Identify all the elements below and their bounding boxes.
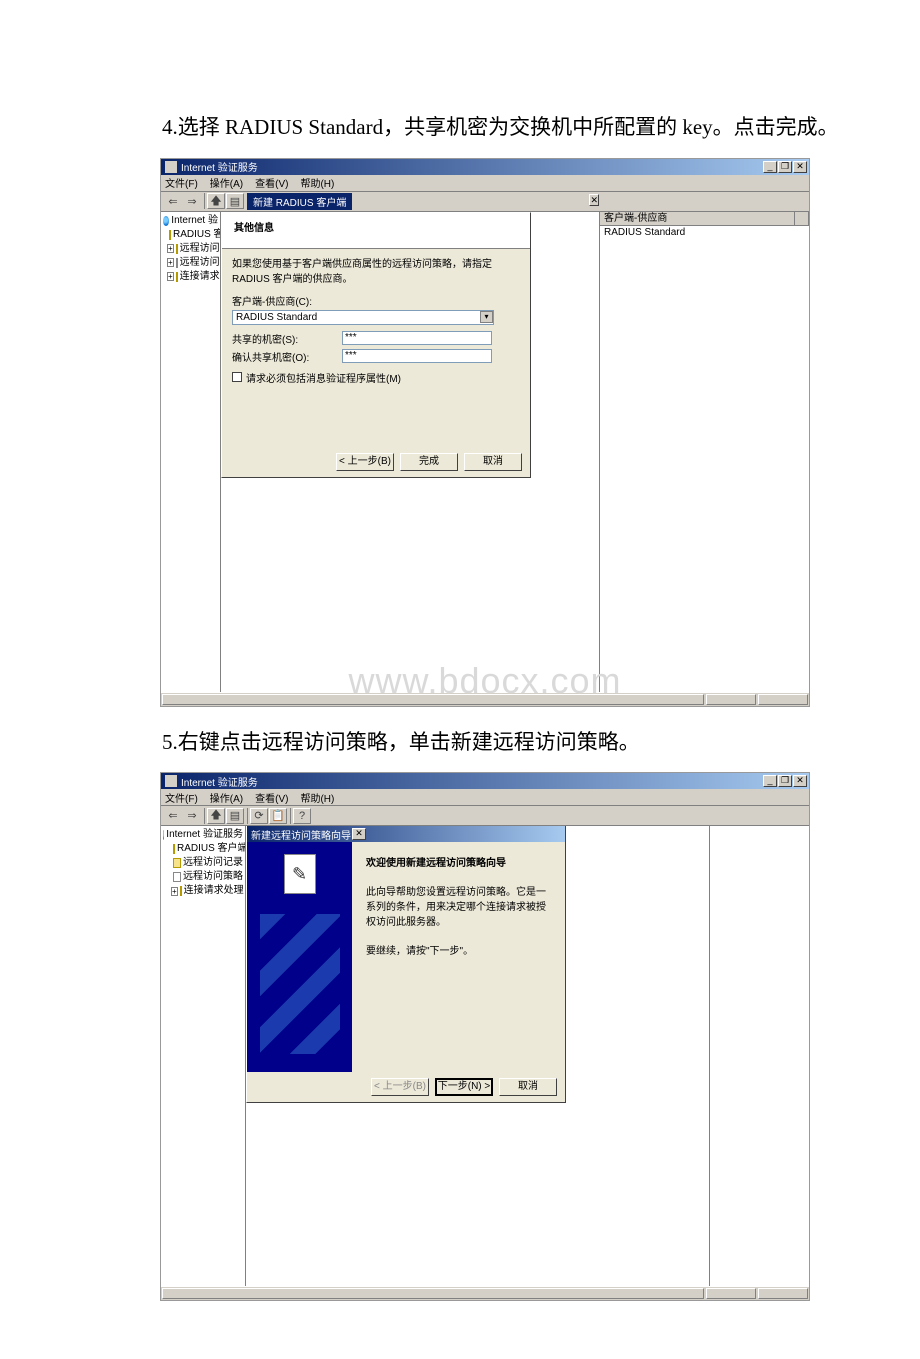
confirm-label: 确认共享机密(O): xyxy=(232,349,342,364)
app-title: Internet 验证服务 xyxy=(181,159,258,174)
chevron-down-icon[interactable]: ▾ xyxy=(480,311,493,323)
menu-action[interactable]: 操作(A) xyxy=(210,175,243,190)
tree-remote2[interactable]: +远程访问 xyxy=(163,256,218,270)
menubar: 文件(F) 操作(A) 查看(V) 帮助(H) xyxy=(161,175,809,192)
wizard-dialog-1: 其他信息 如果您使用基于客户端供应商属性的远程访问策略，请指定 RADIUS 客… xyxy=(221,212,531,478)
menu-action-2[interactable]: 操作(A) xyxy=(210,790,243,805)
content-area-2: 新建远程访问策略向导 ✕ ✎ 欢迎使用新建远程访问策略向导 此向导帮助您设置远程… xyxy=(246,826,709,1286)
tree2-conn[interactable]: +连接请求处理 xyxy=(163,884,243,898)
close-button[interactable]: ✕ xyxy=(793,161,807,173)
tree-radius[interactable]: RADIUS 客 xyxy=(163,228,218,242)
confirm-input[interactable]: *** xyxy=(342,349,492,363)
wizard2-close-button[interactable]: ✕ xyxy=(352,828,366,840)
tree2-policy[interactable]: 远程访问策略 xyxy=(163,870,243,884)
back-wizard-button[interactable]: < 上一步(B) xyxy=(336,453,394,471)
minimize-button-2[interactable]: _ xyxy=(763,775,777,787)
menu-help[interactable]: 帮助(H) xyxy=(300,175,334,190)
wizard2-cancel-button[interactable]: 取消 xyxy=(499,1078,557,1096)
menu-view-2[interactable]: 查看(V) xyxy=(255,790,288,805)
tree-remote1[interactable]: +远程访问 xyxy=(163,242,218,256)
tree-pane-2: Internet 验证服务 RADIUS 客户端 远程访问记录 远程访问策略 +… xyxy=(161,826,246,1286)
right-list-pane: 客户端-供应商 RADIUS Standard xyxy=(599,212,809,692)
app-icon xyxy=(165,161,177,173)
forward-button[interactable]: ⇒ xyxy=(183,193,201,209)
export-button[interactable]: 📋 xyxy=(269,808,287,824)
statusbar xyxy=(161,692,809,706)
app-titlebar: Internet 验证服务 _ ❐ ✕ xyxy=(161,159,809,175)
wizard-dialog-2: 新建远程访问策略向导 ✕ ✎ 欢迎使用新建远程访问策略向导 此向导帮助您设置远程… xyxy=(246,826,566,1103)
step-4-text: 4.选择 RADIUS Standard，共享机密为交换机中所配置的 key。点… xyxy=(120,110,840,146)
help-button[interactable]: ? xyxy=(293,808,311,824)
app-title-2: Internet 验证服务 xyxy=(181,774,258,789)
wizard2-welcome: 欢迎使用新建远程访问策略向导 xyxy=(366,854,551,869)
refresh-button[interactable]: ⟳ xyxy=(250,808,268,824)
tree-conn[interactable]: +连接请求 xyxy=(163,270,218,284)
back-button[interactable]: ⇐ xyxy=(164,193,182,209)
back-button-2[interactable]: ⇐ xyxy=(164,808,182,824)
secret-label: 共享的机密(S): xyxy=(232,331,342,346)
toolbar-2: ⇐ ⇒ 🡅 ▤ ⟳ 📋 ? xyxy=(161,806,809,826)
dialog-close-button[interactable]: ✕ xyxy=(589,194,599,206)
maximize-button[interactable]: ❐ xyxy=(778,161,792,173)
screenshot-1: Internet 验证服务 _ ❐ ✕ 文件(F) 操作(A) 查看(V) 帮助… xyxy=(160,158,810,707)
column-header-vendor[interactable]: 客户端-供应商 xyxy=(600,212,795,225)
wizard-desc: 如果您使用基于客户端供应商属性的远程访问策略，请指定 RADIUS 客户端的供应… xyxy=(232,255,520,285)
forward-button-2[interactable]: ⇒ xyxy=(183,808,201,824)
minimize-button[interactable]: _ xyxy=(763,161,777,173)
menu-help-2[interactable]: 帮助(H) xyxy=(300,790,334,805)
right-blank-pane xyxy=(709,826,809,1286)
wizard2-titlebar: 新建远程访问策略向导 ✕ xyxy=(247,826,565,842)
tree2-log[interactable]: 远程访问记录 xyxy=(163,856,243,870)
vendor-label: 客户端-供应商(C): xyxy=(232,293,520,308)
up-button-2[interactable]: 🡅 xyxy=(207,808,225,824)
list-button[interactable]: ▤ xyxy=(226,193,244,209)
close-button-2[interactable]: ✕ xyxy=(793,775,807,787)
menu-file[interactable]: 文件(F) xyxy=(165,175,198,190)
checkbox-label: 请求必须包括消息验证程序属性(M) xyxy=(246,370,401,385)
toolbar: ⇐ ⇒ 🡅 ▤ 新建 RADIUS 客户端 xyxy=(161,192,809,212)
wizard-title-inline: 新建 RADIUS 客户端 xyxy=(247,193,352,210)
wizard2-continue: 要继续，请按"下一步"。 xyxy=(366,942,551,957)
app-icon-2 xyxy=(165,775,177,787)
app-titlebar-2: Internet 验证服务 _ ❐ ✕ xyxy=(161,773,809,789)
wizard-icon: ✎ xyxy=(284,854,316,894)
checkbox-icon xyxy=(232,372,242,382)
wizard2-back-button: < 上一步(B) xyxy=(371,1078,429,1096)
cancel-button[interactable]: 取消 xyxy=(464,453,522,471)
tree-pane: Internet 验 RADIUS 客 +远程访问 +远程访问 +连接请求 xyxy=(161,212,221,692)
menu-view[interactable]: 查看(V) xyxy=(255,175,288,190)
wizard-sidebar: ✎ xyxy=(247,842,352,1072)
screenshot-2: Internet 验证服务 _ ❐ ✕ 文件(F) 操作(A) 查看(V) 帮助… xyxy=(160,772,810,1301)
wizard-heading: 其他信息 xyxy=(234,219,520,234)
content-area: 其他信息 如果您使用基于客户端供应商属性的远程访问策略，请指定 RADIUS 客… xyxy=(221,212,599,692)
wizard-stripes xyxy=(260,914,340,1054)
step-5-text: 5.右键点击远程访问策略，单击新建远程访问策略。 xyxy=(120,725,840,761)
wizard2-desc: 此向导帮助您设置远程访问策略。它是一系列的条件，用来决定哪个连接请求被授权访问此… xyxy=(366,883,551,928)
maximize-button-2[interactable]: ❐ xyxy=(778,775,792,787)
tree2-radius[interactable]: RADIUS 客户端 xyxy=(163,842,243,856)
wizard2-next-button[interactable]: 下一步(N) > xyxy=(435,1078,493,1096)
auth-attr-checkbox[interactable]: 请求必须包括消息验证程序属性(M) xyxy=(232,370,520,385)
vendor-combo[interactable]: RADIUS Standard ▾ xyxy=(232,310,494,325)
up-button[interactable]: 🡅 xyxy=(207,193,225,209)
list-button-2[interactable]: ▤ xyxy=(226,808,244,824)
secret-input[interactable]: *** xyxy=(342,331,492,345)
statusbar-2 xyxy=(161,1286,809,1300)
menu-file-2[interactable]: 文件(F) xyxy=(165,790,198,805)
finish-button[interactable]: 完成 xyxy=(400,453,458,471)
list-row-radius[interactable]: RADIUS Standard xyxy=(600,226,809,239)
tree2-root[interactable]: Internet 验证服务 xyxy=(163,828,243,842)
tree-root[interactable]: Internet 验 xyxy=(163,214,218,228)
menubar-2: 文件(F) 操作(A) 查看(V) 帮助(H) xyxy=(161,789,809,806)
vendor-value: RADIUS Standard xyxy=(236,312,317,323)
